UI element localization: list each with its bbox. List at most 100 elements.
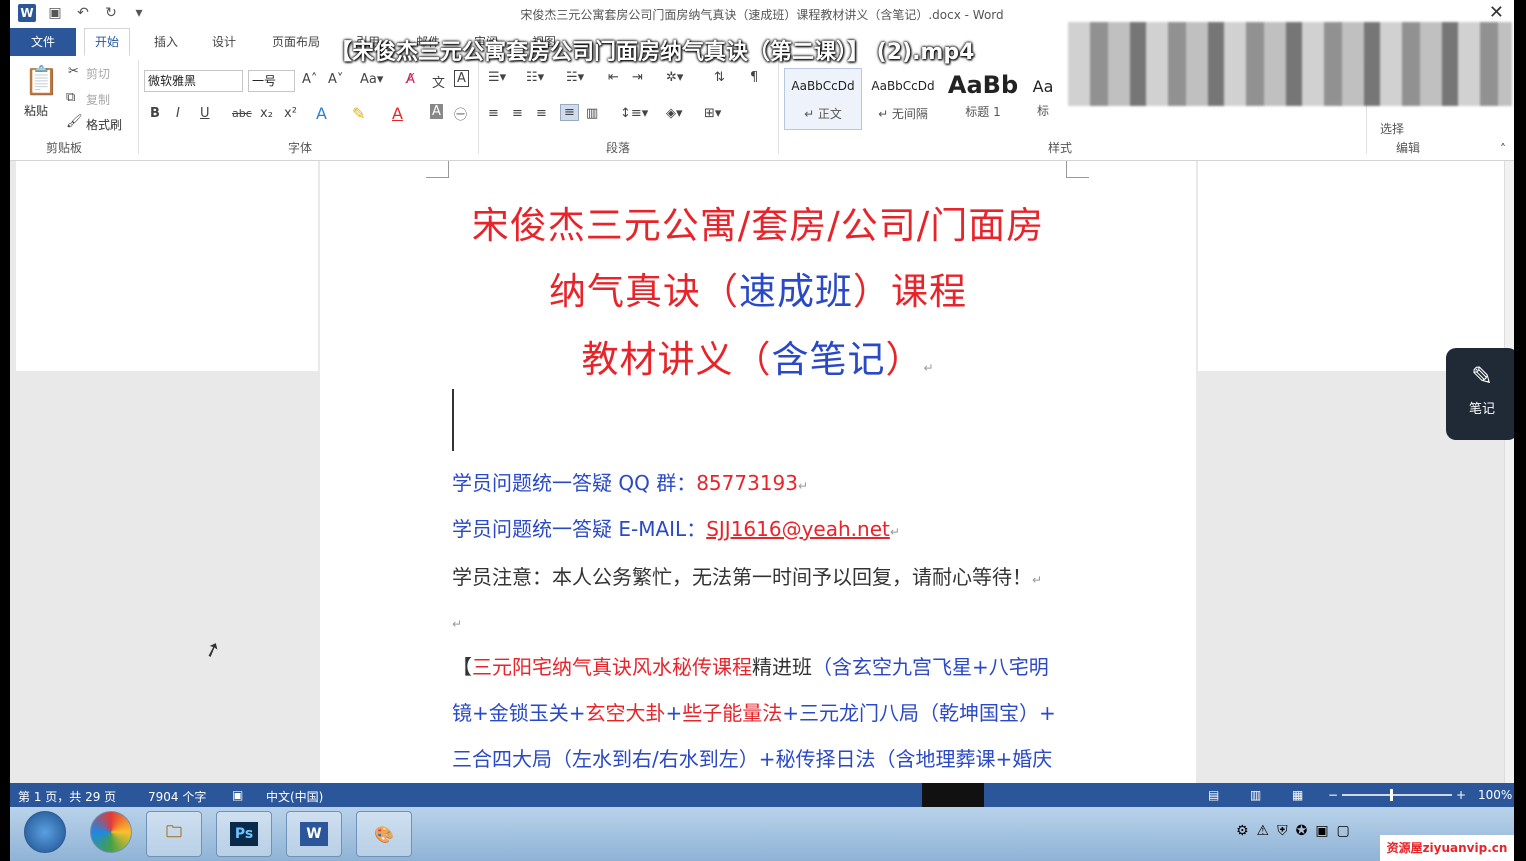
font-name-select[interactable]: 微软雅黑 xyxy=(144,70,243,92)
enclose-char-icon[interactable]: ㊀ xyxy=(454,104,467,123)
format-painter-icon[interactable]: 🖌 xyxy=(66,114,83,129)
multilevel-list-icon[interactable]: ☵▾ xyxy=(566,70,584,85)
format-painter-button[interactable]: 格式刷 xyxy=(86,116,122,133)
bullets-icon[interactable]: ☰▾ xyxy=(488,70,506,85)
paint-taskbar-icon[interactable]: 🎨 xyxy=(356,811,412,857)
style-preview: AaBbCcDd xyxy=(791,79,855,93)
notes-button[interactable]: ✎ 笔记 xyxy=(1446,348,1514,440)
paragraph-mark: ↵ xyxy=(452,617,463,631)
tab-design[interactable]: 设计 xyxy=(212,33,236,50)
document-page[interactable]: 宋俊杰三元公寓/套房/公司/门面房 纳气真诀（速成班）课程 教材讲义（含笔记）↵… xyxy=(320,161,1196,783)
tab-file[interactable]: 文件 xyxy=(10,28,76,56)
phonetic-icon[interactable]: 文 xyxy=(432,72,445,91)
copy-icon[interactable]: ⧉ xyxy=(66,90,75,105)
strikethrough-icon[interactable]: abc xyxy=(232,107,252,120)
cut-icon[interactable]: ✂ xyxy=(68,64,79,79)
read-mode-icon[interactable]: ▤ xyxy=(1208,788,1219,802)
paste-icon[interactable]: 📋 xyxy=(24,64,59,97)
font-size-select[interactable]: 一号 xyxy=(248,70,295,92)
change-case-icon[interactable]: Aa▾ xyxy=(360,72,383,87)
cut-button[interactable]: 剪切 xyxy=(86,65,110,82)
doc-title-line-3: 教材讲义（含笔记）↵ xyxy=(320,329,1196,383)
group-separator xyxy=(478,60,479,154)
show-marks-icon[interactable]: ¶ xyxy=(750,70,758,85)
vertical-scrollbar[interactable] xyxy=(1504,161,1514,783)
sort-icon[interactable]: ⇅ xyxy=(714,70,725,85)
collapse-ribbon-icon[interactable]: ˄ xyxy=(1500,142,1506,156)
video-overlay-title: 【宋俊杰三元公寓套房公司门面房纳气真诀（第二课）】 (2).mp4 xyxy=(330,40,975,65)
chinese-layout-icon[interactable]: ✲▾ xyxy=(666,70,683,85)
tab-home[interactable]: 开始 xyxy=(84,28,131,56)
style-heading-1[interactable]: AaBb 标题 1 xyxy=(944,68,1022,130)
copy-button[interactable]: 复制 xyxy=(86,91,110,108)
font-color-icon[interactable]: A xyxy=(392,104,403,123)
zoom-slider-thumb[interactable] xyxy=(1390,789,1393,801)
style-name: ↵ 无间隔 xyxy=(878,107,928,121)
chrome-taskbar-icon[interactable] xyxy=(90,811,132,853)
zoom-out-icon[interactable]: − xyxy=(1328,788,1338,802)
email-link[interactable]: SJJ1616@yeah.net xyxy=(706,517,890,541)
text-effects-icon[interactable]: A xyxy=(316,104,327,123)
style-preview: AaBbCcDd xyxy=(871,79,935,93)
close-icon[interactable]: ✕ xyxy=(1489,2,1504,23)
shrink-font-icon[interactable]: A˅ xyxy=(328,72,343,87)
web-layout-icon[interactable]: ▦ xyxy=(1292,788,1303,802)
char-shading-icon[interactable]: A xyxy=(430,104,443,119)
photoshop-taskbar-icon[interactable]: Ps xyxy=(216,811,272,857)
char-border-icon[interactable]: A xyxy=(454,70,469,87)
zoom-slider[interactable] xyxy=(1342,794,1452,796)
tab-layout[interactable]: 页面布局 xyxy=(272,33,320,50)
style-name: ↵ 正文 xyxy=(804,107,842,121)
style-heading-2[interactable]: Aa 标 xyxy=(1022,68,1064,130)
page-count[interactable]: 第 1 页，共 29 页 xyxy=(18,788,116,805)
borders-icon[interactable]: ⊞▾ xyxy=(704,106,721,121)
align-right-icon[interactable]: ≡ xyxy=(536,106,547,121)
clear-format-icon[interactable]: A̸ xyxy=(406,72,415,87)
line-spacing-icon[interactable]: ↕≡▾ xyxy=(620,106,648,121)
print-layout-icon[interactable]: ▥ xyxy=(1250,788,1261,802)
course-part: （含玄空九宫飞星+八宅明 xyxy=(812,655,1049,679)
highlight-icon[interactable]: ✎ xyxy=(352,104,365,123)
qq-value: 85773193 xyxy=(696,471,798,495)
increase-indent-icon[interactable]: ⇥ xyxy=(632,70,643,85)
grow-font-icon[interactable]: A˄ xyxy=(302,72,317,87)
align-center-icon[interactable]: ≡ xyxy=(512,106,523,121)
style-preview: AaBb xyxy=(947,71,1019,99)
font-group-label: 字体 xyxy=(288,141,313,155)
select-button[interactable]: 选择 xyxy=(1380,120,1404,137)
subscript-icon[interactable]: x₂ xyxy=(260,106,273,121)
course-part: 玄空大卦 xyxy=(585,701,666,725)
bold-icon[interactable]: B xyxy=(150,106,160,121)
zoom-level[interactable]: 100% xyxy=(1478,788,1512,802)
numbering-icon[interactable]: ☷▾ xyxy=(526,70,544,85)
paragraph-mark: ↵ xyxy=(923,361,935,375)
proofing-icon[interactable]: ▣ xyxy=(232,788,243,802)
paste-button[interactable]: 粘贴 xyxy=(24,102,48,119)
justify-icon[interactable]: ≡ xyxy=(560,104,579,121)
align-left-icon[interactable]: ≡ xyxy=(488,106,499,121)
decrease-indent-icon[interactable]: ⇤ xyxy=(608,70,619,85)
doc-title-line-2: 纳气真诀（速成班）课程 xyxy=(320,261,1196,315)
group-separator xyxy=(778,60,779,154)
tray-icons[interactable]: ⚙⚠⛨✪▣▢ xyxy=(1236,823,1358,839)
course-part: 精进班 xyxy=(752,655,812,679)
qq-line: 学员问题统一答疑 QQ 群：85773193↵ xyxy=(452,467,808,496)
tab-insert[interactable]: 插入 xyxy=(154,33,178,50)
start-button[interactable] xyxy=(24,811,66,853)
superscript-icon[interactable]: x² xyxy=(284,106,297,121)
word-count[interactable]: 7904 个字 xyxy=(148,788,206,805)
style-normal[interactable]: AaBbCcDd ↵ 正文 xyxy=(784,68,862,130)
style-no-spacing[interactable]: AaBbCcDd ↵ 无间隔 xyxy=(864,68,942,130)
distribute-icon[interactable]: ▥ xyxy=(586,106,598,121)
underline-icon[interactable]: U xyxy=(200,106,210,121)
zoom-in-icon[interactable]: + xyxy=(1456,788,1466,802)
italic-icon[interactable]: I xyxy=(176,106,180,121)
shading-icon[interactable]: ◈▾ xyxy=(666,106,683,121)
language[interactable]: 中文(中国) xyxy=(266,788,323,805)
word-taskbar-icon[interactable]: W xyxy=(286,811,342,857)
course-part: 些子能量法 xyxy=(682,701,783,725)
paragraph-mark: ↵ xyxy=(889,525,900,539)
video-control-icon[interactable] xyxy=(922,783,984,807)
clipboard-group-label: 剪贴板 xyxy=(46,141,83,155)
explorer-taskbar-icon[interactable]: 🗀 xyxy=(146,811,202,857)
